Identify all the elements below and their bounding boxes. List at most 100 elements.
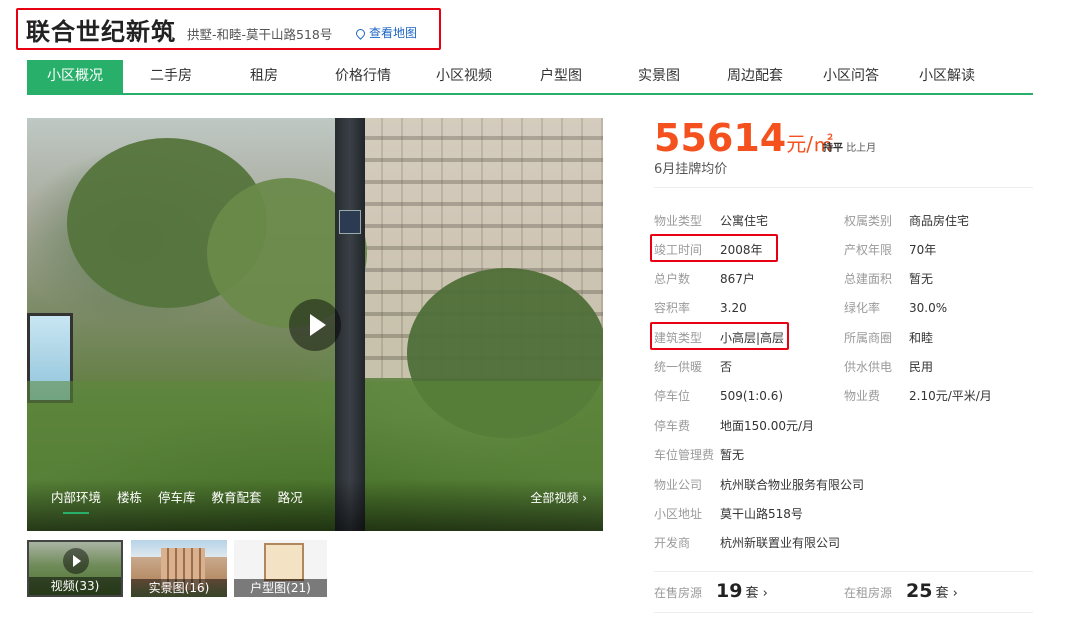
community-video-player[interactable]: 内部环境 楼栋 停车库 教育配套 路况 全部视频 ›: [27, 118, 603, 531]
view-map-label: 查看地图: [369, 26, 418, 40]
thumb-label: 户型图(21): [234, 579, 327, 597]
price-note: 6月挂牌均价: [654, 162, 728, 177]
detail-label: 总建面积: [844, 272, 893, 286]
play-icon[interactable]: [289, 299, 341, 351]
divider: [654, 187, 1033, 188]
detail-business-district: 所属商圈 和睦: [844, 329, 933, 346]
detail-value: 867户: [720, 272, 755, 286]
listing-unit: 套 ›: [935, 586, 958, 601]
for-sale-listings[interactable]: 在售房源 19 套 ›: [654, 580, 768, 602]
detail-parking-fee: 停车费 地面150.00元/月: [654, 417, 814, 434]
photo-tab-garage[interactable]: 停车库: [158, 487, 196, 506]
detail-value: 杭州新联置业有限公司: [720, 536, 841, 550]
detail-value: 3.20: [720, 301, 747, 315]
detail-value: 商品房住宅: [909, 214, 970, 228]
tab-real-photos[interactable]: 实景图: [611, 60, 707, 93]
photo-tab-buildings[interactable]: 楼栋: [117, 487, 142, 506]
thumb-label: 视频(33): [29, 577, 121, 595]
price-value: 55614: [654, 116, 787, 160]
thumb-label: 实景图(16): [131, 579, 227, 597]
detail-property-type: 物业类型 公寓住宅: [654, 212, 768, 229]
detail-label: 所属商圈: [844, 331, 893, 345]
detail-label: 权属类别: [844, 214, 893, 228]
detail-value: 公寓住宅: [720, 214, 769, 228]
detail-label: 绿化率: [844, 301, 881, 315]
detail-label: 物业公司: [654, 478, 703, 492]
detail-property-term: 产权年限 70年: [844, 241, 936, 258]
detail-label: 物业费: [844, 389, 881, 403]
detail-value: 民用: [909, 360, 934, 374]
detail-value: 杭州联合物业服务有限公司: [720, 478, 865, 492]
play-icon: [63, 548, 89, 574]
price-trend-strong: 持平: [823, 143, 843, 154]
detail-property-fee: 物业费 2.10元/平米/月: [844, 387, 992, 404]
tab-analysis[interactable]: 小区解读: [899, 60, 995, 93]
tab-videos[interactable]: 小区视频: [417, 60, 511, 93]
detail-value: 30.0%: [909, 301, 948, 315]
detail-label: 产权年限: [844, 243, 893, 257]
community-nav: 小区概况 二手房 租房 价格行情 小区视频 户型图 实景图 周边配套 小区问答 …: [27, 60, 1033, 95]
detail-heating: 统一供暖 否: [654, 358, 732, 375]
tab-overview[interactable]: 小区概况: [27, 60, 123, 93]
detail-value: 莫干山路518号: [720, 507, 803, 521]
detail-label: 停车费: [654, 419, 691, 433]
price-trend: 持平 比上月: [823, 139, 876, 154]
completion-year-highlight-box: [650, 234, 778, 262]
detail-property-company: 物业公司 杭州联合物业服务有限公司: [654, 476, 864, 493]
thumb-floor-plans[interactable]: 户型图(21): [234, 540, 327, 597]
detail-label: 小区地址: [654, 507, 703, 521]
detail-label: 车位管理费: [654, 448, 715, 462]
detail-developer: 开发商 杭州新联置业有限公司: [654, 534, 840, 551]
detail-households: 总户数 867户: [654, 270, 755, 287]
tab-surroundings[interactable]: 周边配套: [707, 60, 803, 93]
detail-parking-management-fee: 车位管理费 暂无: [654, 446, 744, 463]
detail-label: 容积率: [654, 301, 691, 315]
location-pin-icon: [354, 27, 367, 40]
detail-label: 供水供电: [844, 360, 893, 374]
divider: [654, 612, 1033, 613]
view-map-link[interactable]: 查看地图: [354, 24, 418, 41]
all-videos-link[interactable]: 全部视频 ›: [530, 489, 587, 506]
detail-value: 70年: [909, 243, 937, 257]
detail-label: 开发商: [654, 536, 691, 550]
divider: [654, 571, 1033, 572]
photo-tab-interior[interactable]: 内部环境: [51, 487, 101, 514]
detail-plot-ratio: 容积率 3.20: [654, 299, 747, 316]
address-text: 拱墅-和睦-莫干山路518号: [187, 27, 333, 42]
detail-value: 暂无: [909, 272, 934, 286]
listing-label: 在售房源: [654, 586, 703, 600]
thumb-videos[interactable]: 视频(33): [27, 540, 123, 597]
detail-value: 地面150.00元/月: [720, 419, 815, 433]
listing-count: 19: [716, 580, 743, 602]
price-trend-text: 比上月: [846, 143, 877, 154]
tab-second-hand[interactable]: 二手房: [123, 60, 219, 93]
detail-value: 2.10元/平米/月: [909, 389, 992, 403]
tab-price-trend[interactable]: 价格行情: [309, 60, 417, 93]
photo-tab-roads[interactable]: 路况: [278, 487, 303, 506]
listing-unit: 套 ›: [745, 586, 768, 601]
page-title: 联合世纪新筑: [26, 18, 176, 46]
detail-value: 509(1:0.6): [720, 389, 784, 403]
average-price: 55614元/㎡: [654, 116, 833, 160]
detail-label: 停车位: [654, 389, 691, 403]
tab-floor-plans[interactable]: 户型图: [511, 60, 611, 93]
detail-label: 物业类型: [654, 214, 703, 228]
thumb-real-photos[interactable]: 实景图(16): [131, 540, 227, 597]
detail-address: 小区地址 莫干山路518号: [654, 505, 803, 522]
photo-category-tabs: 内部环境 楼栋 停车库 教育配套 路况: [51, 487, 303, 514]
detail-value: 暂无: [720, 448, 745, 462]
photo-tab-education[interactable]: 教育配套: [212, 487, 262, 506]
detail-utilities: 供水供电 民用: [844, 358, 933, 375]
detail-parking-spaces: 停车位 509(1:0.6): [654, 387, 783, 404]
detail-label: 总户数: [654, 272, 691, 286]
detail-value: 和睦: [909, 331, 934, 345]
detail-value: 否: [720, 360, 733, 374]
tab-rent[interactable]: 租房: [219, 60, 309, 93]
building-type-highlight-box: [650, 322, 789, 350]
pole-sign: [339, 210, 361, 234]
detail-ownership-type: 权属类别 商品房住宅: [844, 212, 969, 229]
detail-green-rate: 绿化率 30.0%: [844, 299, 947, 316]
for-rent-listings[interactable]: 在租房源 25 套 ›: [844, 580, 958, 602]
tab-qa[interactable]: 小区问答: [803, 60, 899, 93]
detail-total-area: 总建面积 暂无: [844, 270, 933, 287]
